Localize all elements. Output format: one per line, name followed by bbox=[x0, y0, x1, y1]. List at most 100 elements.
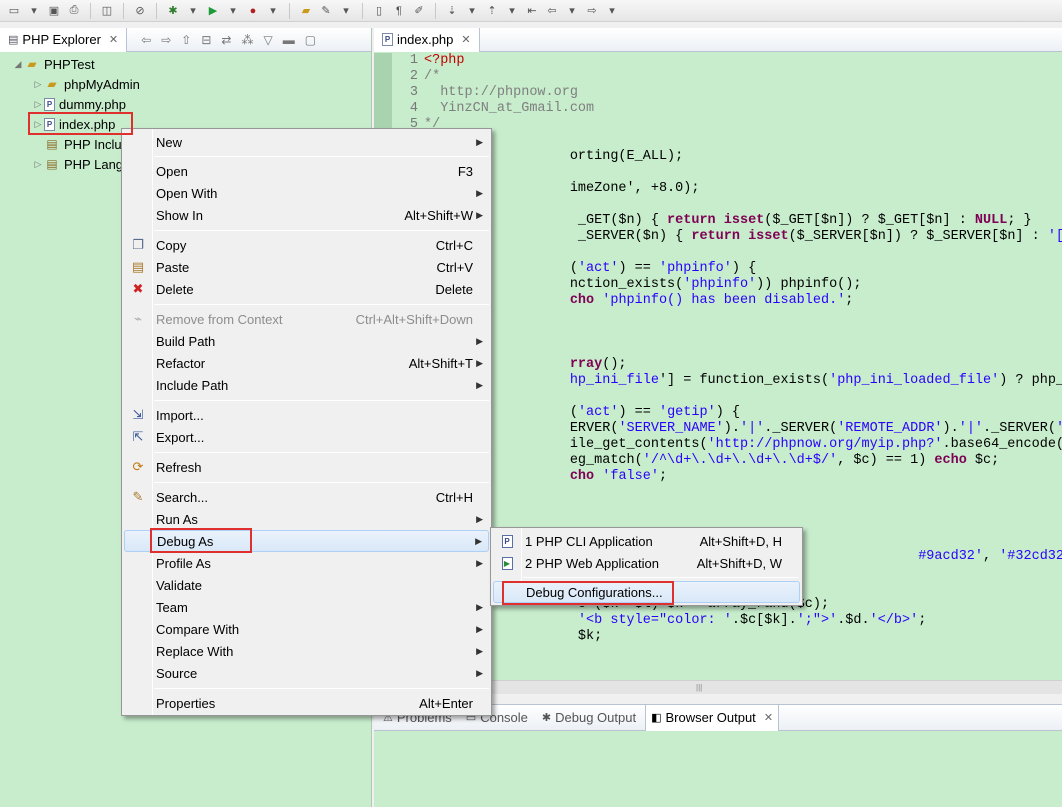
tree-item-phptest[interactable]: ◢ ▰ PHPTest bbox=[0, 54, 371, 74]
menu-item-export[interactable]: ⇱ Export... bbox=[124, 426, 489, 448]
library-icon: ▤ bbox=[46, 157, 58, 171]
close-icon[interactable]: ✕ bbox=[764, 711, 773, 724]
menu-item-compare-with[interactable]: Compare With ▶ bbox=[124, 618, 489, 640]
dropdown-arrow-icon[interactable]: ▾ bbox=[185, 3, 201, 19]
forward-icon[interactable]: ⇨ bbox=[161, 33, 171, 47]
menu-separator bbox=[154, 156, 489, 157]
menu-item-replace-with[interactable]: Replace With ▶ bbox=[124, 640, 489, 662]
submenu-arrow-icon: ▶ bbox=[476, 187, 483, 198]
collapsed-arrow-icon[interactable]: ▷ bbox=[32, 79, 44, 90]
menu-item-remove-from-context: ⌁ Remove from Context Ctrl+Alt+Shift+Dow… bbox=[124, 308, 489, 330]
menu-item-show-in[interactable]: Show In Alt+Shift+W ▶ bbox=[124, 204, 489, 226]
paste-icon: ▤ bbox=[131, 259, 145, 274]
menu-item-run-as[interactable]: Run As ▶ bbox=[124, 508, 489, 530]
menu-separator bbox=[523, 577, 798, 578]
highlight-icon[interactable]: ✐ bbox=[411, 3, 427, 19]
tab-browser-output[interactable]: ◧ Browser Output ✕ bbox=[645, 704, 780, 731]
dropdown-arrow-icon[interactable]: ▾ bbox=[464, 3, 480, 19]
collapsed-arrow-icon[interactable]: ▷ bbox=[32, 99, 44, 110]
menu-item-open[interactable]: Open F3 bbox=[124, 160, 489, 182]
debug-icon[interactable]: ✱ bbox=[165, 3, 181, 19]
menu-separator bbox=[154, 400, 489, 401]
tab-debug-output[interactable]: ✱ Debug Output bbox=[537, 705, 641, 731]
skip-breakpoints-icon[interactable]: ⊘ bbox=[132, 3, 148, 19]
expanded-arrow-icon[interactable]: ◢ bbox=[12, 59, 24, 70]
menu-item-open-with[interactable]: Open With ▶ bbox=[124, 182, 489, 204]
line-number: 1 bbox=[409, 53, 418, 68]
prev-annotation-icon[interactable]: ⇡ bbox=[484, 3, 500, 19]
last-edit-icon[interactable]: ⇤ bbox=[524, 3, 540, 19]
tab-index-php[interactable]: P index.php ✕ bbox=[374, 27, 480, 52]
menu-item-search[interactable]: ✎ Search... Ctrl+H bbox=[124, 486, 489, 508]
close-icon[interactable]: ✕ bbox=[109, 33, 118, 46]
menu-item-validate[interactable]: Validate bbox=[124, 574, 489, 596]
menu-item-new[interactable]: New ▶ bbox=[124, 131, 489, 153]
submenu-arrow-icon: ▶ bbox=[476, 209, 483, 220]
dropdown-arrow-icon[interactable]: ▾ bbox=[338, 3, 354, 19]
submenu-arrow-icon: ▶ bbox=[476, 379, 483, 390]
menu-item-debug-as[interactable]: Debug As ▶ bbox=[124, 530, 489, 552]
open-type-icon[interactable]: ✎ bbox=[318, 3, 334, 19]
tree-item-dummy-php[interactable]: ▷ P dummy.php bbox=[0, 94, 371, 114]
menu-item-php-web-application[interactable]: ▶ 2 PHP Web Application Alt+Shift+D, W bbox=[493, 552, 800, 574]
toolbar-separator bbox=[123, 2, 124, 19]
dropdown-arrow-icon[interactable]: ▾ bbox=[564, 3, 580, 19]
dropdown-arrow-icon[interactable]: ▾ bbox=[265, 3, 281, 19]
menu-item-debug-configurations[interactable]: Debug Configurations... bbox=[493, 581, 800, 603]
show-whitespace-icon[interactable]: ¶ bbox=[391, 3, 407, 19]
view-menu-icon[interactable]: ▽ bbox=[263, 33, 272, 47]
menu-item-properties[interactable]: Properties Alt+Enter bbox=[124, 692, 489, 714]
collapsed-arrow-icon[interactable]: ▷ bbox=[32, 119, 44, 130]
dropdown-arrow-icon[interactable]: ▾ bbox=[504, 3, 520, 19]
back-icon[interactable]: ⇦ bbox=[141, 33, 151, 47]
dropdown-arrow-icon[interactable]: ▾ bbox=[225, 3, 241, 19]
menu-item-build-path[interactable]: Build Path ▶ bbox=[124, 330, 489, 352]
save-icon[interactable]: ▣ bbox=[46, 3, 62, 19]
menu-item-php-cli-application[interactable]: P 1 PHP CLI Application Alt+Shift+D, H bbox=[493, 530, 800, 552]
run-icon[interactable]: ▶ bbox=[205, 3, 221, 19]
menu-item-profile-as[interactable]: Profile As ▶ bbox=[124, 552, 489, 574]
submenu-arrow-icon: ▶ bbox=[476, 601, 483, 612]
print-icon[interactable]: ⎙ bbox=[66, 3, 82, 19]
tree-item-label: PHP Lang bbox=[64, 156, 124, 172]
menu-item-refactor[interactable]: Refactor Alt+Shift+T ▶ bbox=[124, 352, 489, 374]
toggle-mark-icon[interactable]: ▯ bbox=[371, 3, 387, 19]
forward-icon[interactable]: ⇨ bbox=[584, 3, 600, 19]
maximize-icon[interactable]: ▢ bbox=[305, 33, 316, 47]
menu-item-delete[interactable]: ✖ Delete Delete bbox=[124, 278, 489, 300]
collapsed-arrow-icon[interactable]: ▷ bbox=[32, 159, 44, 170]
menu-item-team[interactable]: Team ▶ bbox=[124, 596, 489, 618]
menu-item-include-path[interactable]: Include Path ▶ bbox=[124, 374, 489, 396]
up-icon[interactable]: ⇧ bbox=[181, 33, 191, 47]
menu-item-source[interactable]: Source ▶ bbox=[124, 662, 489, 684]
editor-tab-bar: P index.php ✕ bbox=[374, 27, 1062, 52]
minimize-icon[interactable]: ▬ bbox=[283, 33, 295, 47]
menu-item-copy[interactable]: ❐ Copy Ctrl+C bbox=[124, 234, 489, 256]
explorer-view-tools: ⇦ ⇨ ⇧ ⊟ ⇄ ⁂ ▽ ▬ ▢ bbox=[141, 33, 316, 47]
menu-item-refresh[interactable]: ⟳ Refresh bbox=[124, 456, 489, 478]
explorer-tab-bar: ▤ PHP Explorer ✕ ⇦ ⇨ ⇧ ⊟ ⇄ ⁂ ▽ ▬ ▢ bbox=[0, 27, 371, 52]
binary-icon[interactable]: ◫ bbox=[99, 3, 115, 19]
submenu-arrow-icon: ▶ bbox=[476, 667, 483, 678]
tab-label: index.php bbox=[397, 32, 454, 47]
next-annotation-icon[interactable]: ⇣ bbox=[444, 3, 460, 19]
menu-item-import[interactable]: ⇲ Import... bbox=[124, 404, 489, 426]
dropdown-arrow-icon[interactable]: ▾ bbox=[26, 3, 42, 19]
link-with-editor-icon[interactable]: ⇄ bbox=[221, 33, 231, 47]
collapse-all-icon[interactable]: ⊟ bbox=[201, 33, 211, 47]
filter-icon[interactable]: ⁂ bbox=[241, 33, 253, 47]
tab-php-explorer[interactable]: ▤ PHP Explorer ✕ bbox=[0, 27, 128, 52]
menu-separator bbox=[154, 452, 489, 453]
menu-item-paste[interactable]: ▤ Paste Ctrl+V bbox=[124, 256, 489, 278]
back-icon[interactable]: ⇦ bbox=[544, 3, 560, 19]
tree-item-phpmyadmin[interactable]: ▷ ▰ phpMyAdmin bbox=[0, 74, 371, 94]
open-folder-icon[interactable]: ▰ bbox=[298, 3, 314, 19]
toolbar-separator bbox=[90, 2, 91, 19]
scrollbar-grip-icon[interactable]: ||| bbox=[696, 683, 706, 692]
close-icon[interactable]: ✕ bbox=[461, 33, 470, 46]
external-tools-icon[interactable]: ● bbox=[245, 3, 261, 19]
menu-separator bbox=[154, 688, 489, 689]
dropdown-arrow-icon[interactable]: ▾ bbox=[604, 3, 620, 19]
tab-label: Browser Output bbox=[665, 710, 756, 725]
new-icon[interactable]: ▭ bbox=[6, 3, 22, 19]
